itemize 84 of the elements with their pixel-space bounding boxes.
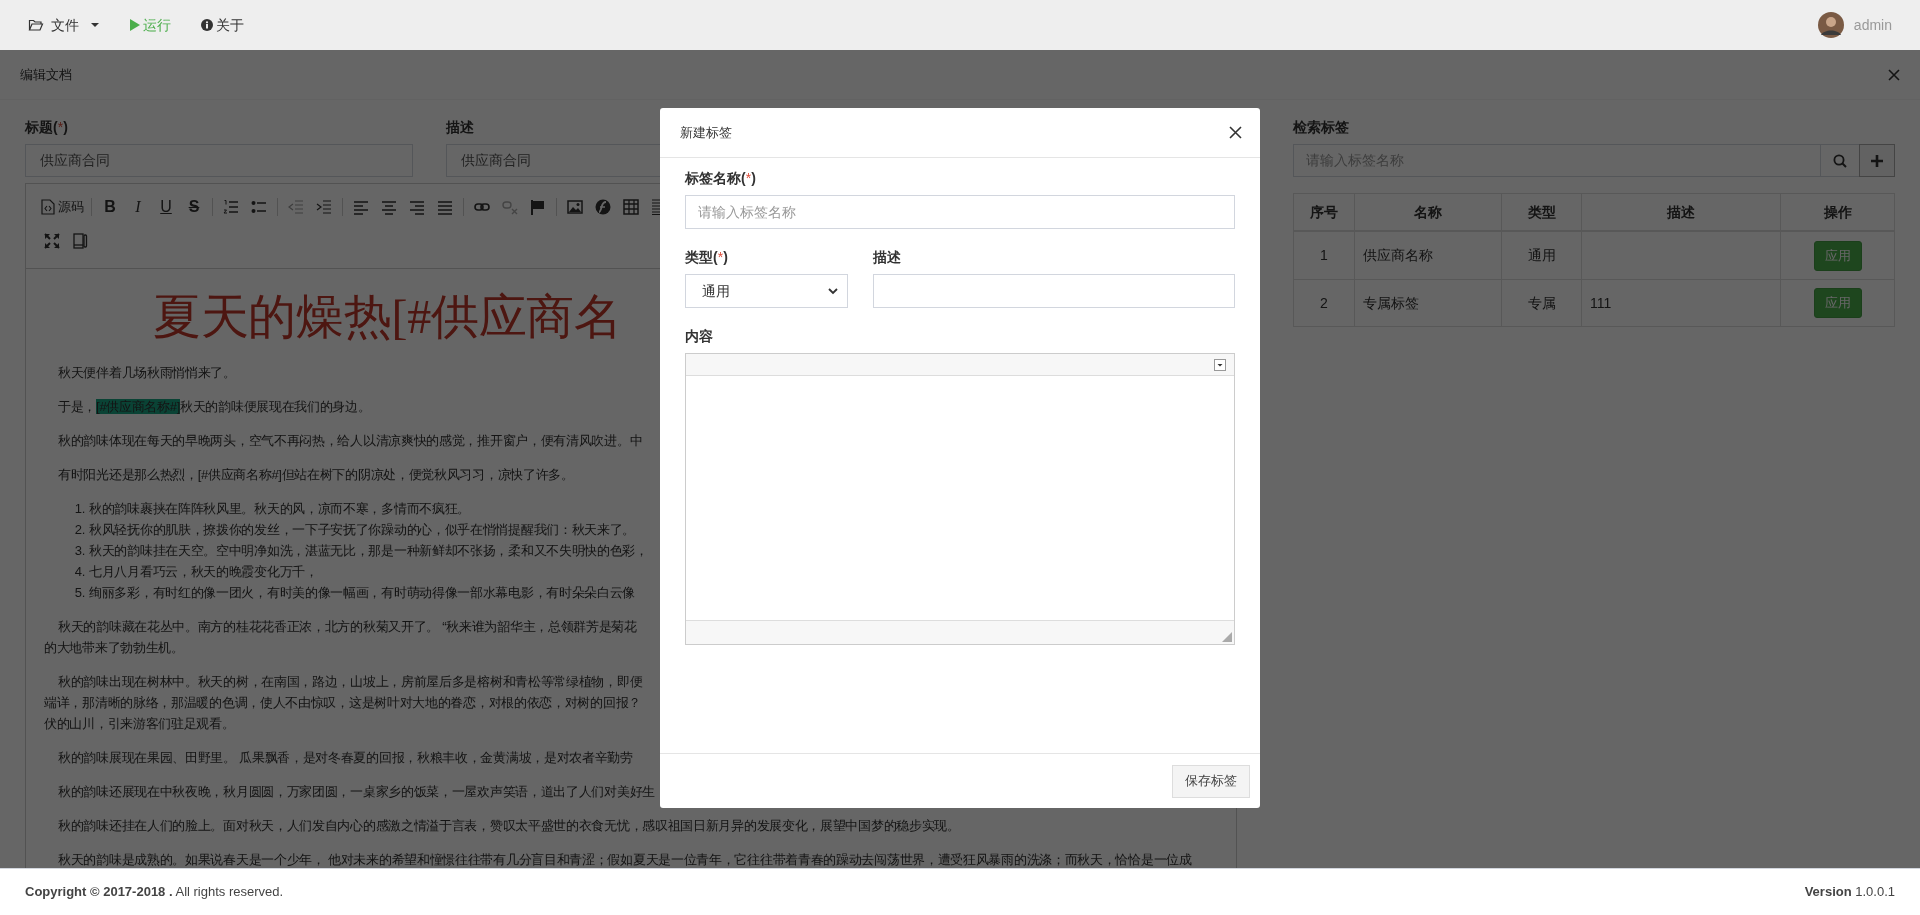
- plus-icon: [1871, 154, 1883, 167]
- justify-icon[interactable]: [437, 199, 453, 215]
- preview-icon[interactable]: [72, 233, 88, 249]
- bullet-list-icon[interactable]: [251, 199, 267, 215]
- field-label: 描述: [446, 118, 474, 137]
- paragraph-line: 伏的山川，引来游客们驻足观看。: [44, 715, 235, 733]
- type-select[interactable]: 通用: [685, 274, 848, 308]
- play-icon: [130, 19, 140, 31]
- paragraph-line: 秋天的韵味藏在花丛中。南方的桂花花香正浓，北方的秋菊又开了。 “秋来谁为韶华主，总领群芳是菊花: [57, 618, 637, 636]
- table-cell: 专属标签: [1353, 280, 1502, 326]
- fullscreen-icon[interactable]: [44, 233, 60, 249]
- align-left-icon[interactable]: [353, 199, 369, 215]
- indent-icon[interactable]: [316, 199, 332, 215]
- list-number: 4.: [73, 563, 85, 581]
- list-number: 1.: [73, 500, 85, 518]
- paragraph-line: 秋的韵味展现在果园、田野里。 瓜果飘香，是对冬春夏的回报，秋粮丰收，金黄满坡，是对农者辛勤劳: [57, 749, 633, 767]
- list-number: 2.: [73, 521, 85, 539]
- resize-grip-icon[interactable]: [1222, 632, 1232, 642]
- column-header: 名称: [1353, 194, 1502, 230]
- table-cell: 供应商名称: [1353, 232, 1502, 279]
- column-header: 操作: [1780, 194, 1894, 230]
- table-cell: 专属: [1501, 280, 1582, 326]
- table-cell: 111: [1581, 280, 1781, 326]
- copyright-text: Copyright © 2017-2018 . All rights reserved.: [25, 883, 284, 902]
- paragraph-line: 秋的韵味出现在树林中。秋天的树，在南国，路边，山坡上，房前屋后多是榕树和青松等常绿植物，即便: [57, 673, 643, 691]
- format-button[interactable]: S: [180, 195, 208, 219]
- save-button[interactable]: 保存标签: [1172, 764, 1250, 798]
- list-item-text: 秋的韵味裹挟在阵阵秋风里。秋天的风，凉而不寒，多情而不疯狂。: [89, 500, 470, 518]
- menu-item[interactable]: 运行: [130, 14, 171, 36]
- format-button[interactable]: I: [124, 195, 152, 219]
- avatar-icon[interactable]: [1817, 12, 1844, 38]
- code-file-icon: [41, 199, 55, 215]
- paragraph-line: 端详，那清晰的脉络，那温暖的色调，使人不由惊叹，这是树叶对大地的眷恋，对根的依恋，对树的回报？: [44, 694, 641, 712]
- paragraph-line: 秋的韵味体现在每天的早晚两头，空气不再闷热，给人以清凉爽快的感觉，推开窗户，便有清风吹进。中: [57, 432, 643, 450]
- table-cell: 通用: [1501, 232, 1582, 279]
- search-icon: [1833, 153, 1847, 168]
- info-icon: [201, 19, 213, 31]
- image-icon[interactable]: [567, 199, 583, 215]
- panel-title: 编辑文档: [20, 65, 72, 84]
- caret-icon: [90, 22, 100, 28]
- align-center-icon[interactable]: [381, 199, 397, 215]
- input-field[interactable]: [873, 274, 1235, 308]
- apply-button[interactable]: 应用: [1813, 288, 1862, 318]
- add-button[interactable]: [1859, 144, 1895, 177]
- table-cell-text: 1: [1319, 246, 1329, 265]
- list-number: 3.: [73, 542, 85, 560]
- flag-icon[interactable]: [530, 199, 546, 215]
- paragraph-line: 秋天便伴着几场秋雨悄悄来了。: [57, 364, 236, 382]
- dialog-title: 新建标签: [680, 123, 732, 142]
- menu-item[interactable]: 文件: [28, 14, 100, 36]
- apply-button[interactable]: 应用: [1813, 240, 1862, 271]
- paragraph-line: 的大地带来了勃勃生机。: [44, 639, 184, 657]
- column-header: 类型: [1501, 194, 1582, 230]
- version-text: Version 1.0.0.1: [1804, 883, 1895, 902]
- field-label: 标题(*): [25, 118, 69, 137]
- numbered-list-icon[interactable]: [223, 199, 239, 215]
- paragraph-line: 有时阳光还是那么热烈，[#供应商名称#]但站在树下的阴凉处，便觉秋风习习，凉快了许多。: [57, 466, 574, 484]
- close-icon[interactable]: [1229, 126, 1242, 139]
- username[interactable]: admin: [1853, 14, 1892, 36]
- column-header: 序号: [1308, 202, 1339, 222]
- dropdown-icon[interactable]: [1214, 358, 1226, 371]
- input-field[interactable]: 供应商合同: [25, 144, 413, 177]
- list-number: 5.: [73, 584, 85, 602]
- unlink-icon[interactable]: [502, 199, 518, 215]
- field-label: 检索标签: [1293, 118, 1350, 137]
- input-field[interactable]: 请输入标签名称: [685, 195, 1235, 229]
- field-label: 描述: [873, 248, 902, 267]
- field-label: 类型(*): [685, 248, 729, 267]
- align-right-icon[interactable]: [409, 199, 425, 215]
- format-button[interactable]: U: [152, 195, 180, 219]
- source-button[interactable]: 源码: [38, 197, 87, 217]
- table-cell-text: 2: [1319, 293, 1329, 313]
- table-icon[interactable]: [623, 199, 639, 215]
- paragraph-line: 秋的韵味还挂在人们的脸上。面对秋天，人们发自内心的感激之情溢于言表，赞叹太平盛世的衣食无忧，感叹祖国日新月异的发展变化，展望中国梦的稳步实现。: [57, 817, 960, 835]
- list-item-text: 七月八月看巧云，秋天的晚霞变化万千，: [89, 563, 318, 581]
- chevron-down-icon: [828, 287, 838, 295]
- field-label: 内容: [685, 327, 714, 346]
- column-header: 描述: [1581, 194, 1781, 230]
- flash-icon[interactable]: [595, 199, 611, 215]
- menu-item[interactable]: 关于: [201, 14, 244, 36]
- outdent-icon[interactable]: [288, 199, 304, 215]
- folder-icon: [28, 18, 44, 32]
- format-button[interactable]: B: [96, 195, 124, 219]
- document-heading: 夏天的燥热[#供应商名: [152, 289, 622, 345]
